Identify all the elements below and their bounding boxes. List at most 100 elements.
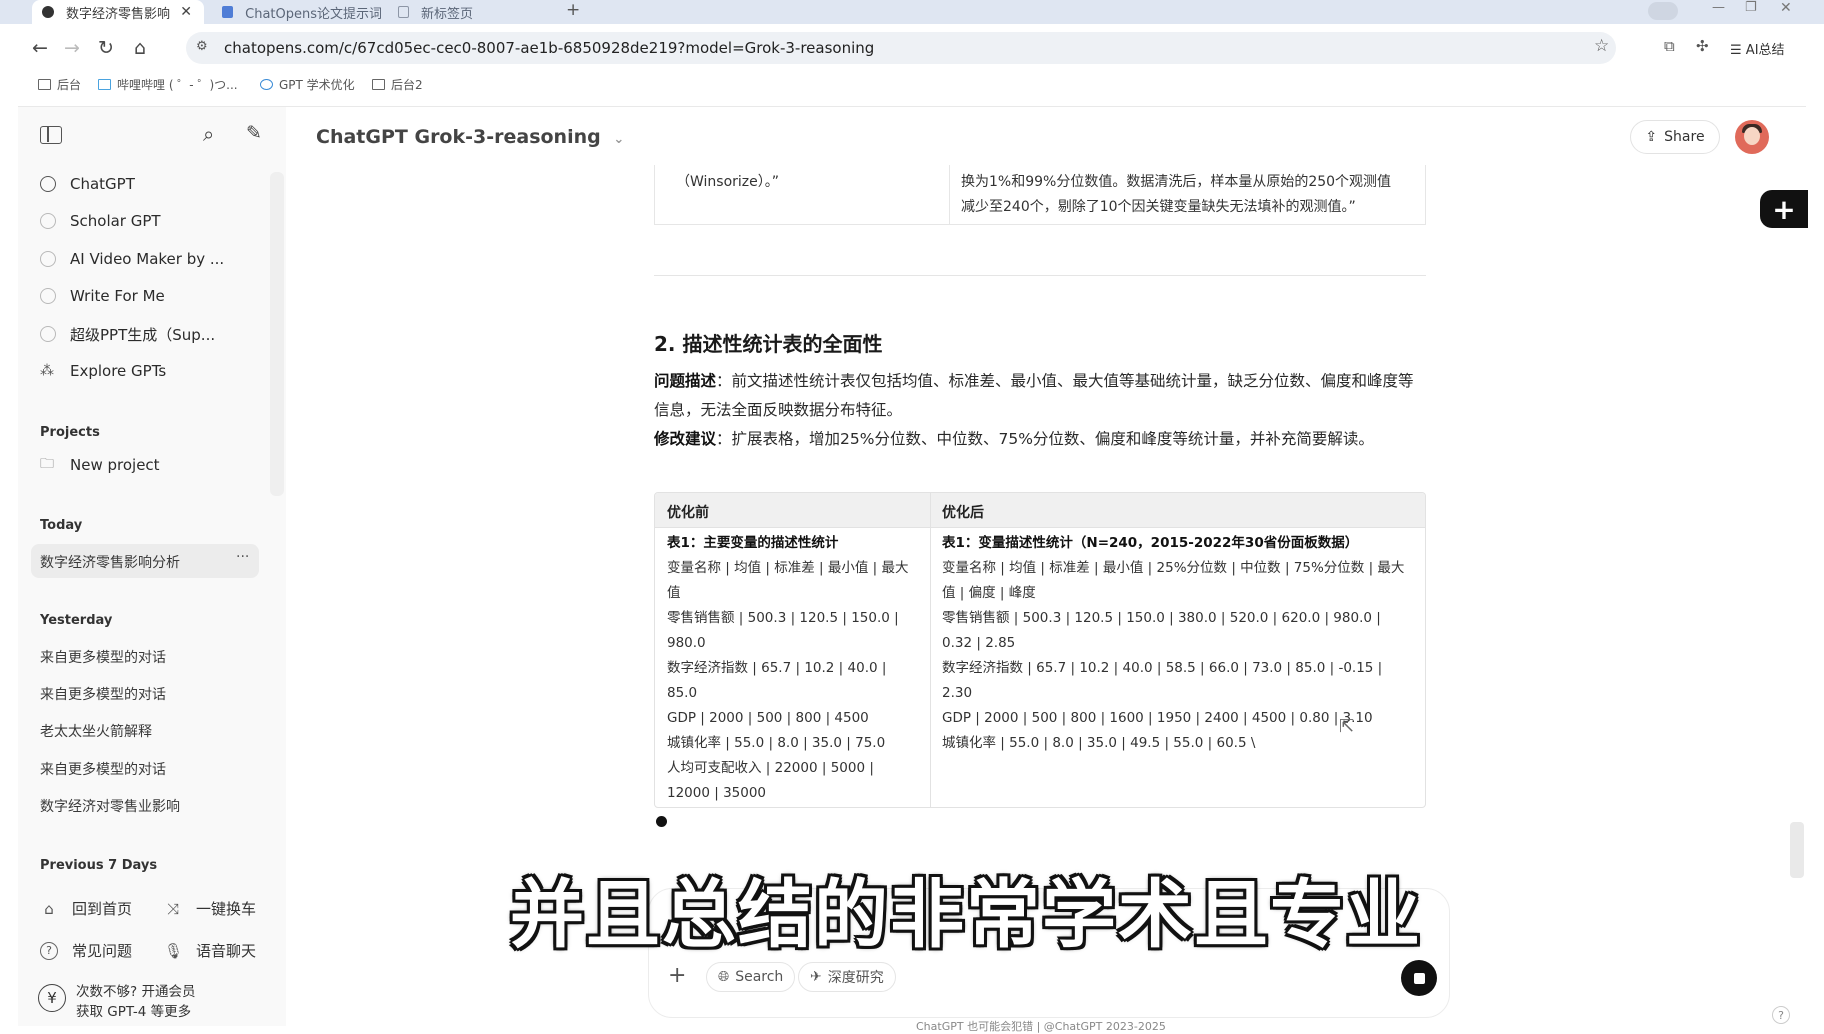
before-cell: 表1：主要变量的描述性统计 变量名称 | 均值 | 标准差 | 最小值 | 最大…: [667, 531, 915, 806]
table-cell: （Winsorize）。”: [676, 174, 780, 190]
before-table-title: 表1：主要变量的描述性统计: [667, 535, 839, 551]
sidebar-item-label: Write For Me: [70, 287, 165, 305]
bookmark-label: GPT 学术优化: [279, 78, 355, 92]
toolbar-divider: [18, 106, 1806, 107]
url-text[interactable]: chatopens.com/c/67cd05ec-cec0-8007-ae1b-…: [224, 39, 874, 57]
stop-icon: [1413, 972, 1425, 984]
sidebar-toggle-icon[interactable]: [40, 126, 62, 144]
new-project-label: New project: [70, 456, 160, 474]
bookmark-item[interactable]: GPT 学术优化: [260, 76, 355, 93]
gpt-icon: [40, 326, 56, 342]
before-row: 人均可支配收入 | 22000 | 5000 | 12000 | 35000: [667, 760, 874, 801]
bookmark-item[interactable]: 后台2: [372, 76, 423, 93]
share-button[interactable]: ⇪ Share: [1630, 120, 1720, 154]
bookmark-label: 后台: [57, 78, 82, 92]
floating-plus-button[interactable]: +: [1760, 190, 1808, 228]
main-scrollbar[interactable]: [1790, 822, 1804, 878]
sidebar-scrollbar[interactable]: [270, 172, 284, 496]
sidebar-item-scholar-gpt[interactable]: Scholar GPT: [40, 207, 161, 235]
site-info-icon[interactable]: ⚙: [196, 39, 208, 54]
table-cell: 减少至240个，剔除了10个因关键变量缺失无法填补的观测值。”: [961, 199, 1356, 215]
faq-label: 常见问题: [72, 942, 133, 960]
search-toggle-button[interactable]: 🌐︎ Search: [706, 962, 796, 992]
problem-text: ：前文描述性统计表仅包括均值、标准差、最小值、最大值等基础统计量，缺乏分位数、偏…: [654, 372, 1414, 419]
suggestion-text: ：扩展表格，增加25%分位数、中位数、75%分位数、偏度和峰度等统计量，并补充简…: [716, 430, 1374, 448]
section-divider: [654, 275, 1426, 276]
search-icon[interactable]: ⌕: [203, 122, 214, 146]
attach-plus-button[interactable]: +: [668, 963, 686, 988]
streaming-indicator: [656, 816, 667, 827]
bookmark-item[interactable]: 哔哩哔哩 ( ゜- ゜)つ...: [98, 76, 238, 93]
tab-close-icon[interactable]: ✕: [180, 4, 192, 20]
suggestion-label: 修改建议: [654, 430, 717, 448]
translate-icon[interactable]: ⧉: [1664, 37, 1675, 55]
globe-icon: 🌐︎: [718, 969, 730, 985]
suggestion-paragraph: 修改建议：扩展表格，增加25%分位数、中位数、75%分位数、偏度和峰度等统计量，…: [654, 425, 1426, 454]
switch-label: 一键换车: [196, 900, 257, 918]
bookmark-item[interactable]: 后台: [38, 76, 81, 93]
column-header-before: 优化前: [667, 505, 709, 521]
sidebar-item-explore-gpts[interactable]: ⁂ Explore GPTs: [40, 357, 166, 385]
ai-summary-button[interactable]: ☰ AI总结: [1730, 39, 1785, 58]
sidebar-item-chatgpt[interactable]: ChatGPT: [40, 170, 135, 198]
restore-icon[interactable]: ❐: [1745, 0, 1757, 15]
forward-icon[interactable]: →: [60, 36, 84, 60]
projects-heading: Projects: [40, 425, 100, 440]
model-selector[interactable]: ChatGPT Grok-3-reasoning ⌄: [316, 126, 624, 148]
sidebar-item-ai-video-maker[interactable]: AI Video Maker by ...: [40, 245, 224, 273]
table-cell: 换为1%和99%分位数值。数据清洗后，样本量从原始的250个观测值: [961, 174, 1392, 190]
home-button[interactable]: ⌂ 回到首页: [40, 898, 132, 919]
chatgpt-logo-icon: [40, 176, 56, 192]
new-tab-button[interactable]: +: [566, 0, 580, 20]
faq-button[interactable]: ? 常见问题: [40, 940, 132, 961]
ai-summary-label: AI总结: [1745, 43, 1785, 58]
after-row: 变量名称 | 均值 | 标准差 | 最小值 | 25%分位数 | 中位数 | 7…: [942, 560, 1405, 601]
reload-icon[interactable]: ↻: [94, 36, 118, 60]
avatar[interactable]: [1735, 120, 1769, 154]
chat-history-item[interactable]: 数字经济对零售业影响: [40, 796, 180, 816]
sidebar-item-write-for-me[interactable]: Write For Me: [40, 282, 165, 310]
upgrade-line-2: 获取 GPT-4 等更多: [76, 1004, 192, 1020]
upgrade-prompt[interactable]: 次数不够? 开通会员 获取 GPT-4 等更多: [76, 982, 195, 1022]
chat-history-item[interactable]: 来自更多模型的对话: [40, 684, 166, 704]
house-icon: ⌂: [44, 899, 54, 918]
sidebar-item-label: 超级PPT生成（Sup...: [70, 325, 216, 344]
chat-history-item[interactable]: 老太太坐火箭解释: [40, 721, 152, 741]
profile-chip[interactable]: [1648, 2, 1678, 20]
before-row: 零售销售额 | 500.3 | 120.5 | 150.0 | 980.0: [667, 610, 899, 651]
voice-label: 语音聊天: [196, 942, 257, 960]
before-row: GDP | 2000 | 500 | 800 | 4500: [667, 710, 869, 726]
chat-history-item-active[interactable]: 数字经济零售影响分析: [40, 552, 180, 572]
chat-options-button[interactable]: ···: [236, 549, 249, 565]
question-icon: ?: [40, 941, 58, 960]
stop-generating-button[interactable]: [1401, 960, 1437, 996]
switch-car-button[interactable]: ⤨ 一键换车: [164, 898, 256, 919]
table-column-divider: [930, 493, 931, 807]
deep-research-button[interactable]: ✈ 深度研究: [798, 962, 896, 992]
new-chat-icon[interactable]: ✎: [246, 122, 262, 144]
tab-label: ChatOpens论文提示词: [245, 6, 382, 22]
voice-chat-button[interactable]: 🎙 语音聊天: [164, 940, 256, 961]
doc-favicon-icon: [222, 6, 234, 18]
help-icon[interactable]: ?: [1772, 1006, 1790, 1024]
chat-history-item[interactable]: 来自更多模型的对话: [40, 759, 166, 779]
column-header-after: 优化后: [942, 505, 984, 521]
browser-tab-active[interactable]: 数字经济零售影响 ✕: [32, 0, 204, 24]
chatgpt-favicon-icon: [42, 6, 54, 18]
chat-history-item[interactable]: 来自更多模型的对话: [40, 647, 166, 667]
browser-tab[interactable]: ChatOpens论文提示词: [212, 0, 382, 24]
problem-label: 问题描述: [654, 372, 717, 390]
minimize-icon[interactable]: —: [1712, 0, 1725, 15]
extensions-icon[interactable]: ✣: [1696, 37, 1709, 55]
before-row: 城镇化率 | 55.0 | 8.0 | 35.0 | 75.0: [667, 735, 886, 751]
new-project-button[interactable]: 🗀 New project: [40, 451, 160, 479]
sidebar-item-super-ppt[interactable]: 超级PPT生成（Sup...: [40, 320, 215, 348]
browser-tab[interactable]: 新标签页: [388, 0, 558, 24]
back-icon[interactable]: ←: [28, 36, 52, 60]
section-heading: 2. 描述性统计表的全面性: [654, 332, 883, 356]
footer-disclaimer: ChatGPT 也可能会犯错 | @ChatGPT 2023-2025: [916, 1020, 1166, 1033]
gpt-icon: [40, 213, 56, 229]
bookmark-star-icon[interactable]: ☆: [1594, 36, 1609, 56]
window-close-icon[interactable]: ✕: [1780, 0, 1792, 16]
home-icon[interactable]: ⌂: [128, 36, 152, 60]
